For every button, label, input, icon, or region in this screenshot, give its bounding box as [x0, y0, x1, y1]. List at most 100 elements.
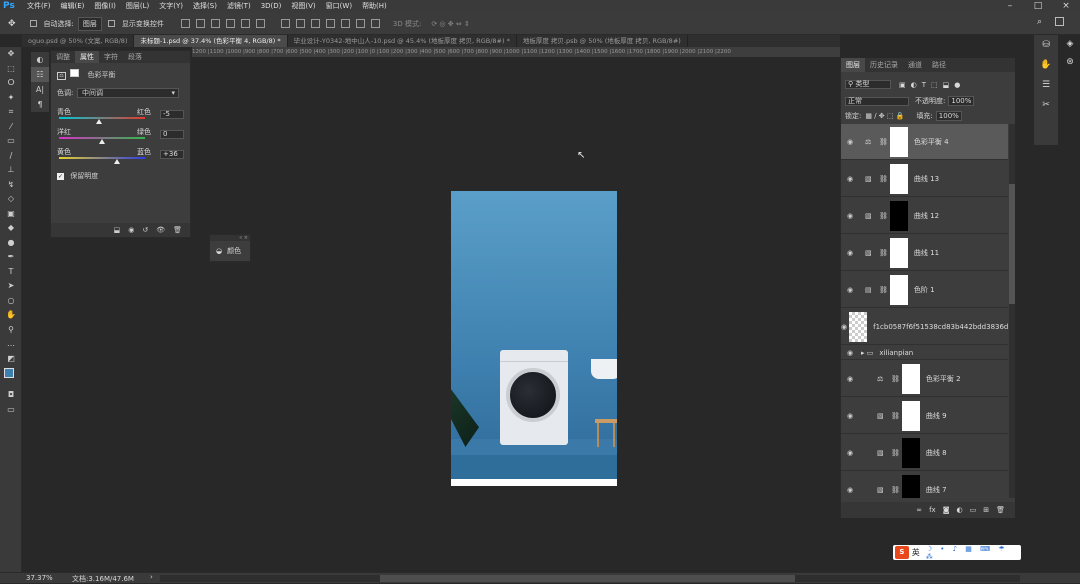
marquee-tool-icon[interactable]: ⬚ [0, 62, 22, 77]
opacity-input[interactable]: 100% [948, 96, 975, 106]
layer-row[interactable]: ◉ ▧ ⛓ 曲线 11 [841, 235, 1008, 271]
tools-icon[interactable]: ✂ [1034, 95, 1058, 115]
document-tab[interactable]: 毕业设计-Y0342-地中山人-10.psd @ 45.4% (地板厚度 拷贝,… [288, 35, 517, 47]
magic-wand-icon[interactable]: ✦ [0, 91, 22, 106]
clone-stamp-icon[interactable]: ⊥ [0, 163, 22, 178]
eyedropper-icon[interactable]: ⁄ [0, 120, 22, 135]
auto-select-checkbox[interactable] [29, 20, 37, 27]
view-previous-icon[interactable]: ◉ [128, 226, 134, 234]
move-tool-icon[interactable]: ✥ [8, 19, 16, 29]
pen-tool-icon[interactable]: ✒ [0, 250, 22, 265]
delete-layer-icon[interactable]: 🗑 [996, 506, 1005, 514]
menu-item[interactable]: 编辑(E) [56, 0, 90, 13]
document-tab[interactable]: oguo.psd @ 50% (文案, RGB/8) [22, 35, 135, 47]
maximize-icon[interactable]: □ [1024, 0, 1052, 13]
menu-item[interactable]: 视图(V) [286, 0, 320, 13]
auto-select-dropdown[interactable]: 图层 [77, 16, 102, 31]
distribute-right-icon[interactable] [355, 19, 365, 28]
minimize-icon[interactable]: – [996, 0, 1024, 13]
layer-row[interactable]: ◉ ▧ ⛓ 曲线 9 [841, 398, 1008, 434]
new-group-icon[interactable]: ▭ [970, 506, 977, 514]
default-colors-icon[interactable]: ◩ [0, 352, 22, 367]
menu-item[interactable]: 帮助(H) [357, 0, 392, 13]
filter-toggle-icon[interactable]: ● [954, 81, 960, 89]
filter-pixel-icon[interactable]: ▣ [899, 81, 906, 89]
document-tab[interactable]: 地板厚度 拷贝.psb @ 50% (地板厚度 拷贝, RGB/8#) [517, 35, 688, 47]
ime-icons[interactable]: ☽ • ♪ ▦ ⌨ ☂ ⁂ [926, 545, 1021, 561]
distribute-center-icon[interactable] [340, 19, 350, 28]
dodge-tool-icon[interactable]: ● [0, 236, 22, 251]
tone-dropdown[interactable]: 中间调 ▾ [77, 88, 179, 98]
layer-row[interactable]: ◉ ⚖ ⛓ 色彩平衡 2 [841, 361, 1008, 397]
menu-item[interactable]: 文件(F) [22, 0, 56, 13]
menu-item[interactable]: 选择(S) [188, 0, 222, 13]
new-layer-icon[interactable]: ⊞ [983, 506, 989, 514]
type-tool-icon[interactable]: T [0, 265, 22, 280]
move-tool-icon[interactable]: ✥ [0, 47, 22, 62]
layer-row[interactable]: ◉ ▤ ⛓ 色阶 1 [841, 272, 1008, 308]
shape-tool-icon[interactable]: ○ [0, 294, 22, 309]
properties-panel-icon[interactable]: ☷ [31, 67, 49, 82]
tab-character[interactable]: 字符 [99, 51, 123, 63]
layer-row[interactable]: ◉ ⚖ ⛓ 色彩平衡 4 [841, 124, 1008, 160]
more-tools-icon[interactable]: … [0, 337, 22, 352]
quick-mask-icon[interactable]: ◘ [0, 388, 22, 403]
hand-tool-icon[interactable]: ✋ [0, 308, 22, 323]
visibility-eye-icon[interactable]: ◉ [841, 249, 859, 257]
ime-toolbar[interactable]: S 英 ☽ • ♪ ▦ ⌨ ☂ ⁂ [893, 545, 1021, 561]
menu-item[interactable]: 3D(D) [256, 0, 287, 13]
layer-row[interactable]: ◉ ▧ ⛓ 曲线 13 [841, 161, 1008, 197]
distribute-top-icon[interactable] [280, 19, 290, 28]
color-swatches[interactable] [0, 366, 21, 388]
sliders-icon[interactable]: ☰ [1034, 75, 1058, 95]
foreground-color[interactable] [4, 368, 14, 378]
history-brush-icon[interactable]: ↯ [0, 178, 22, 193]
align-center-icon[interactable] [240, 19, 250, 28]
crop-tool-icon[interactable]: ⌗ [0, 105, 22, 120]
visibility-eye-icon[interactable]: ◉ [841, 212, 859, 220]
visibility-eye-icon[interactable]: ◉ [841, 349, 859, 357]
libraries-icon[interactable]: ⛁ [1034, 35, 1058, 55]
distribute-left-icon[interactable] [325, 19, 335, 28]
filter-type-icon[interactable]: T [922, 81, 926, 89]
fx-icon[interactable]: fx [929, 506, 936, 514]
menu-item[interactable]: 图像(I) [89, 0, 121, 13]
eraser-icon[interactable]: ◇ [0, 192, 22, 207]
trash-icon[interactable]: 🗑 [173, 226, 182, 234]
slider-value-input[interactable]: -5 [160, 110, 184, 119]
gradient-tool-icon[interactable]: ▣ [0, 207, 22, 222]
slider-track[interactable] [59, 157, 145, 159]
screen-mode-icon[interactable]: ▭ [0, 403, 22, 418]
menu-item[interactable]: 滤镜(T) [222, 0, 256, 13]
character-panel-icon[interactable]: A| [31, 82, 49, 97]
filter-shape-icon[interactable]: ⬚ [931, 81, 938, 89]
align-right-icon[interactable] [255, 19, 265, 28]
close-icon[interactable]: × [1052, 0, 1080, 13]
tab-properties[interactable]: 属性 [75, 51, 99, 63]
swatches-icon[interactable]: ⊛ [1060, 53, 1080, 71]
distribute-bottom-icon[interactable] [310, 19, 320, 28]
visibility-eye-icon[interactable]: ◉ [841, 412, 859, 420]
align-left-icon[interactable] [225, 19, 235, 28]
layer-row[interactable]: ◉ ▧ ⛓ 曲线 8 [841, 435, 1008, 471]
visibility-icon[interactable]: 👁 [156, 226, 165, 234]
align-middle-icon[interactable] [195, 19, 205, 28]
slider-value-input[interactable]: +36 [160, 150, 184, 159]
add-mask-icon[interactable]: ◙ [943, 506, 950, 514]
slider-value-input[interactable]: 0 [160, 130, 184, 139]
layer-row[interactable]: ◉ ▸ ▭ xilianpian [841, 346, 1008, 360]
visibility-eye-icon[interactable]: ◉ [841, 175, 859, 183]
color-panel-collapsed[interactable]: « × ◒ 颜色 [209, 234, 251, 262]
visibility-eye-icon[interactable]: ◉ [841, 486, 859, 494]
tab-channels[interactable]: 通道 [903, 58, 927, 72]
visibility-eye-icon[interactable]: ◉ [841, 375, 859, 383]
paragraph-panel-icon[interactable]: ¶ [31, 97, 49, 112]
blur-tool-icon[interactable]: ◆ [0, 221, 22, 236]
menu-item[interactable]: 文字(Y) [154, 0, 188, 13]
menu-item[interactable]: 图层(L) [121, 0, 154, 13]
search-icon[interactable]: ⌕ [1037, 17, 1042, 27]
mask-icon[interactable] [70, 69, 80, 77]
align-top-icon[interactable] [180, 19, 190, 28]
cloud-icon[interactable]: ◈ [1060, 35, 1080, 53]
ime-lang[interactable]: 英 [912, 547, 920, 558]
